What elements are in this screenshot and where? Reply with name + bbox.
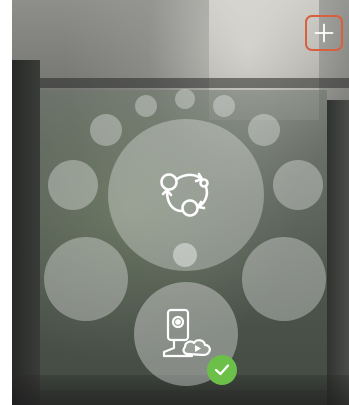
sync-cycle-icon [160,172,209,217]
device-slot-dot [213,95,235,117]
app-screen [0,0,349,405]
plus-icon [314,23,334,43]
background-pillar-right [327,100,349,405]
sync-circle[interactable] [108,119,264,271]
camera-cloud-icon [162,308,211,358]
checkmark-icon [214,364,230,376]
device-slot-dot [175,89,195,109]
device-slot-circle[interactable] [273,160,323,210]
device-slot-circle[interactable] [44,237,128,321]
background-window-frame [12,78,349,88]
device-slot-dot [248,114,280,146]
device-slot-dot [135,95,157,117]
device-slot-circle[interactable] [48,160,98,210]
device-slot-circle[interactable] [242,237,326,321]
add-button[interactable] [305,15,343,51]
background-pillar-left [12,60,40,405]
device-slot-dot [90,114,122,146]
status-check-badge [207,355,237,385]
